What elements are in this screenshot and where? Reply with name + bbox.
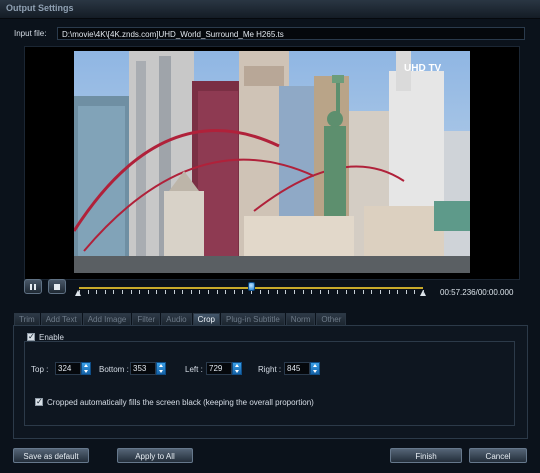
right-value[interactable]: 845	[284, 362, 310, 375]
enable-checkbox[interactable]: ✓	[27, 333, 35, 341]
timeline-tick	[208, 290, 209, 294]
timeline-tick	[414, 290, 416, 294]
pause-button[interactable]	[24, 279, 42, 294]
window-title: Output Settings	[6, 3, 74, 13]
timeline-tick	[165, 290, 166, 294]
timeline-tick	[182, 290, 184, 294]
video-frame: UHD TV	[74, 51, 470, 273]
timeline-tick	[311, 290, 313, 294]
timeline-tick	[233, 290, 235, 294]
bottom-label: Bottom :	[99, 365, 129, 374]
top-label: Top :	[31, 365, 49, 374]
timeline-tick	[302, 290, 304, 294]
right-label: Right :	[258, 365, 282, 374]
auto-fill-checkbox[interactable]: ✓	[35, 398, 43, 406]
timeline-tick	[354, 290, 356, 294]
timeline-tick	[173, 290, 175, 294]
timeline-tick	[79, 290, 80, 294]
left-spin-arrows-icon[interactable]	[232, 362, 242, 375]
timeline-tick	[268, 290, 270, 294]
timeline-start-marker-icon[interactable]	[75, 290, 81, 296]
title-bar: Output Settings	[0, 0, 540, 19]
timeline-tick	[156, 290, 158, 294]
stop-button[interactable]	[48, 279, 66, 294]
timeline-tick	[371, 290, 373, 294]
video-preview: UHD TV	[24, 46, 520, 280]
right-spin-arrows-icon[interactable]	[310, 362, 320, 375]
top-value[interactable]: 324	[55, 362, 81, 375]
timeline-tick	[362, 290, 364, 294]
stop-icon	[54, 283, 60, 290]
pause-icon	[30, 283, 36, 290]
timeline-tick	[242, 290, 244, 294]
timeline-tick	[122, 290, 123, 294]
timeline-tick	[216, 290, 218, 294]
bottom-value[interactable]: 353	[130, 362, 156, 375]
bottom-spinbox[interactable]: 353	[130, 362, 166, 375]
preview-watermark: UHD TV	[404, 63, 442, 74]
input-file-label: Input file:	[14, 29, 47, 38]
timeline-tick	[328, 290, 330, 294]
top-spinbox[interactable]: 324	[55, 362, 91, 375]
right-spinbox[interactable]: 845	[284, 362, 320, 375]
cancel-button[interactable]: Cancel	[469, 448, 527, 463]
timeline-tick	[423, 290, 424, 294]
timeline-tick	[130, 290, 132, 294]
top-spin-arrows-icon[interactable]	[81, 362, 91, 375]
timeline-tick	[104, 290, 106, 294]
auto-fill-label: Cropped automatically fills the screen b…	[47, 398, 314, 407]
timeline-tick	[190, 290, 192, 294]
finish-button[interactable]: Finish	[390, 448, 462, 463]
timeline-tick	[319, 290, 321, 294]
settings-tabs: Trim Add Text Add Image Filter Audio Crop Plug…	[14, 313, 347, 326]
time-readout: 00:57.236/00:00.000	[440, 288, 514, 297]
timeline-tick	[380, 290, 381, 294]
timeline-tick	[139, 290, 141, 294]
timeline-tick	[87, 290, 89, 294]
timeline-tick	[96, 290, 98, 294]
timeline-tick	[147, 290, 149, 294]
apply-to-all-button[interactable]: Apply to All	[117, 448, 193, 463]
left-label: Left :	[185, 365, 203, 374]
input-file-path-field[interactable]: D:\movie\4K\[4K.znds.com]UHD_World_Surro…	[57, 27, 525, 40]
timeline-tick	[276, 290, 278, 294]
left-spinbox[interactable]: 729	[206, 362, 242, 375]
timeline-tick	[294, 290, 295, 294]
timeline-tick	[113, 290, 115, 294]
timeline-playhead[interactable]	[248, 282, 255, 291]
timeline-tick	[388, 290, 390, 294]
timeline-tick	[345, 290, 347, 294]
timeline-tick	[405, 290, 407, 294]
left-value[interactable]: 729	[206, 362, 232, 375]
timeline-tick	[199, 290, 201, 294]
timeline-tick	[397, 290, 399, 294]
timeline-tick	[259, 290, 261, 294]
save-as-default-button[interactable]: Save as default	[13, 448, 89, 463]
crop-groupbox	[24, 341, 515, 426]
timeline-tick	[337, 290, 338, 294]
timeline-tick	[225, 290, 227, 294]
bottom-spin-arrows-icon[interactable]	[156, 362, 166, 375]
timeline-tick	[285, 290, 287, 294]
